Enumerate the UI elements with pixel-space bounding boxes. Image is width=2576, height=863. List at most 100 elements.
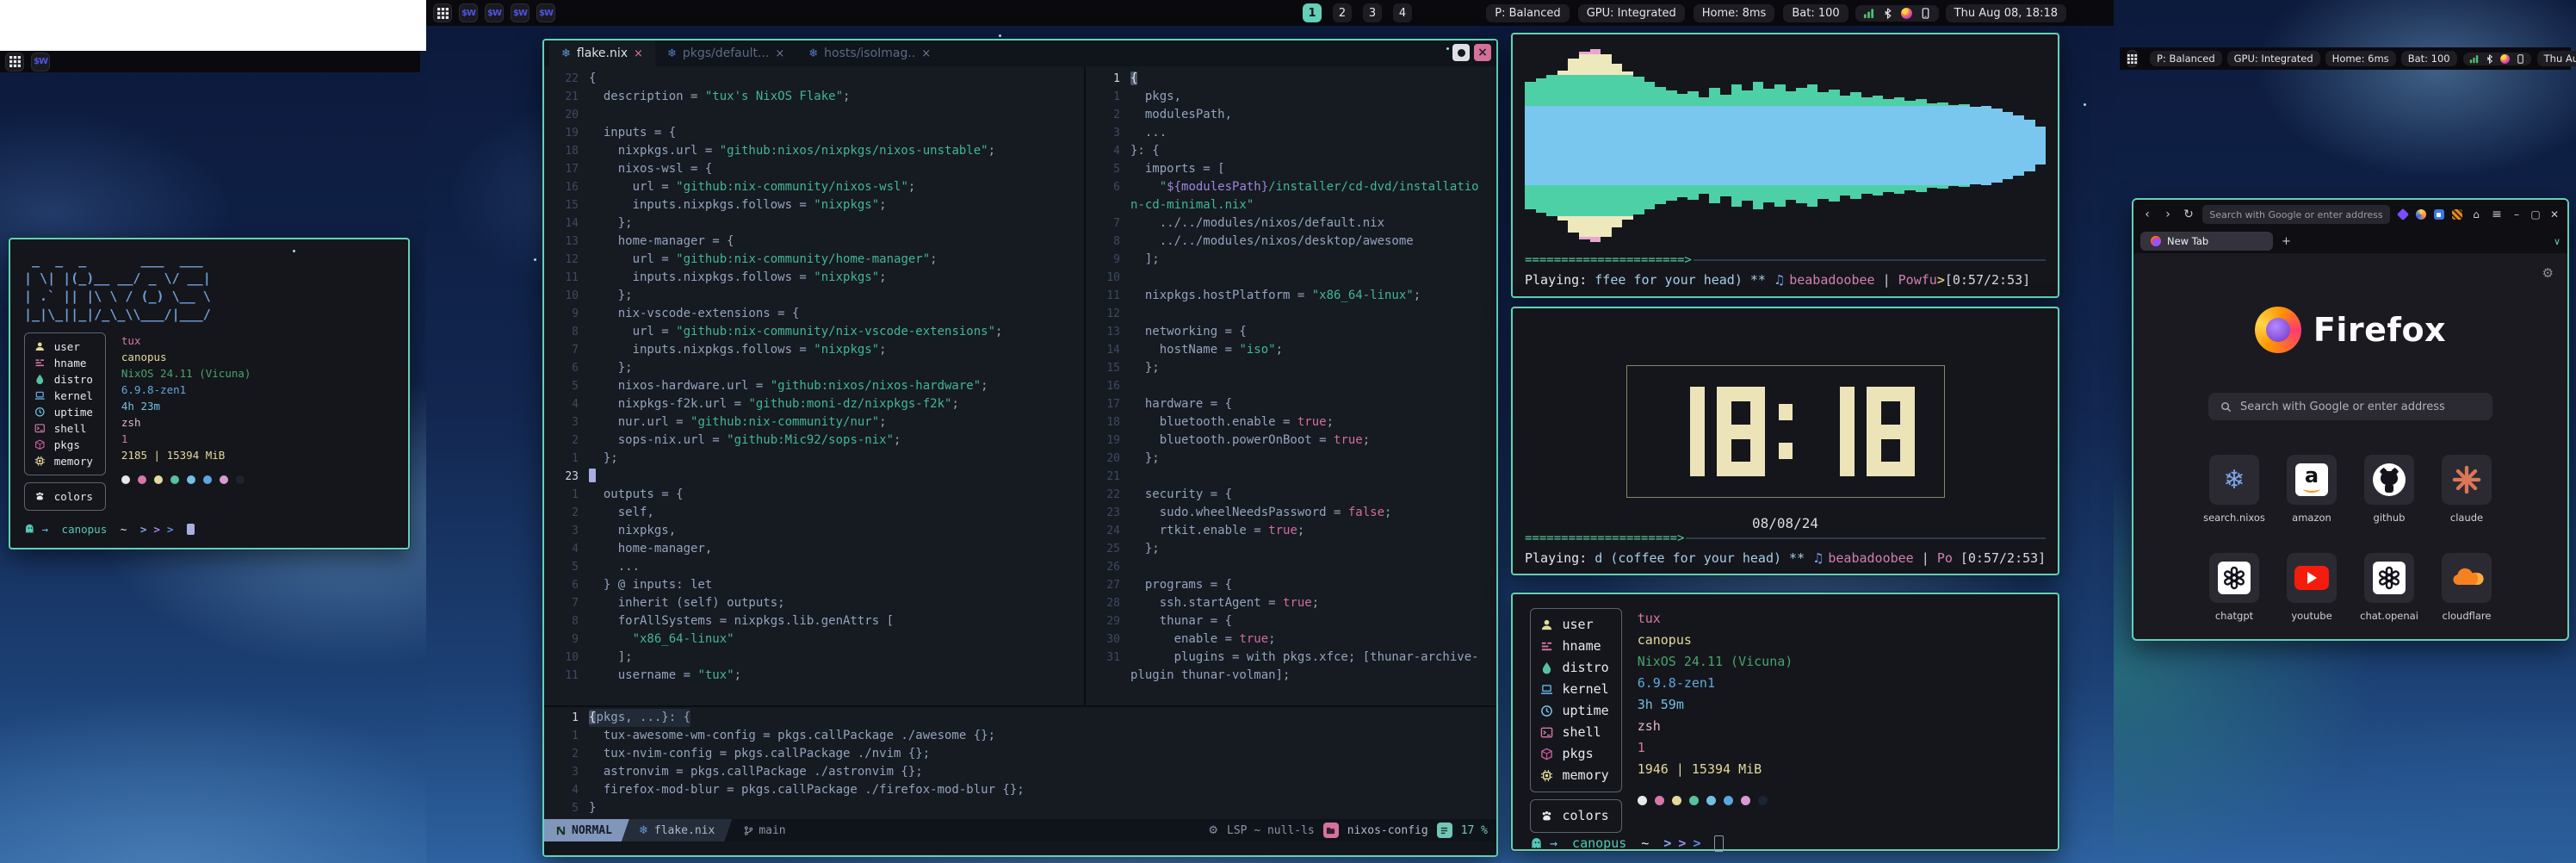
system-tray[interactable]	[1855, 5, 1939, 22]
fetch-terminal-window[interactable]: _ _ _ ___ ___ | \| |(_)__ __/ _ \/ __| |…	[9, 238, 410, 549]
code-line: 6 };	[544, 359, 1084, 377]
code-line: 4 home-manager,	[544, 540, 1084, 558]
extension-icon-blue[interactable]	[2433, 209, 2444, 220]
close-tab-icon[interactable]: ×	[775, 47, 784, 60]
speed-dial-cloudflare[interactable]: cloudflare	[2442, 553, 2492, 622]
code-pane-pkgs[interactable]: 1{pkgs, ...}: {1 tux-awesome-wm-config =…	[544, 707, 1496, 819]
speed-dial-claude[interactable]: claude	[2442, 455, 2492, 524]
dial-tile[interactable]: a	[2287, 455, 2337, 505]
extension-icon-tampermonkey[interactable]	[2451, 209, 2462, 220]
dial-tile[interactable]	[2442, 553, 2492, 603]
workspace-tag-1[interactable]: 1	[1303, 3, 1322, 22]
extension-icon-violet[interactable]	[2397, 209, 2408, 220]
home-icon[interactable]: ⌂	[2469, 208, 2483, 220]
firefox-window[interactable]: ‹ › ↻ Search with Google or enter addres…	[2132, 198, 2569, 641]
dial-tile[interactable]	[2364, 455, 2414, 505]
maximize-button[interactable]: ▢	[2530, 208, 2542, 220]
close-tab-icon[interactable]: ×	[921, 47, 931, 60]
tab-list-chevron-icon[interactable]: ∨	[2554, 236, 2561, 247]
status-widget[interactable]: P: Balanced	[1486, 4, 1569, 22]
speed-dial-grid: ❄search.nixos aamazon github claude chatgpt y…	[2209, 455, 2492, 622]
dial-tile[interactable]	[2442, 455, 2492, 505]
code-line: 5}	[544, 799, 1496, 817]
speed-dial-amazon[interactable]: aamazon	[2287, 455, 2337, 524]
status-widget[interactable]: Home: 6ms	[2325, 51, 2396, 66]
close-buffer-button[interactable]: ×	[1474, 44, 1491, 61]
editor-tab-flake-nix[interactable]: ❄flake.nix×	[549, 40, 655, 66]
client-tile[interactable]: $W	[511, 3, 529, 22]
speed-dial-github[interactable]: github	[2364, 455, 2414, 524]
clock-date: 08/08/24	[1525, 515, 2046, 531]
code-line: 3 astronvim = pkgs.callPackage ./astronv…	[544, 763, 1496, 781]
editor-tab-hosts-isoImag-[interactable]: ❄hosts/isoImag..×	[796, 40, 943, 66]
speed-dial-chatgpt[interactable]: chatgpt	[2209, 553, 2259, 622]
cava-bar	[1525, 47, 1536, 245]
newtab-settings-gear-icon[interactable]: ⚙	[2542, 265, 2554, 281]
firefox-tabstrip: New Tab + ∨	[2133, 229, 2567, 253]
fetch-value-memory: 2185 | 15394 MiB	[121, 447, 251, 463]
minimize-button[interactable]: –	[2511, 208, 2523, 220]
workspace-tag-2[interactable]: 2	[1333, 3, 1352, 22]
clock-panel[interactable]: 08/08/24 =====================> Playing:…	[1511, 307, 2059, 575]
status-widget[interactable]: Bat: 100	[1783, 4, 1848, 22]
nix-file-icon: ❄	[667, 47, 677, 60]
close-tab-icon[interactable]: ×	[634, 47, 643, 60]
dial-tile[interactable]	[2287, 553, 2337, 603]
reload-button[interactable]: ↻	[2182, 208, 2195, 221]
cava-bar	[1807, 47, 1818, 245]
fetch-panel[interactable]: user hname distrokerneluptimeshell pkgs …	[1511, 593, 2059, 851]
app-launcher-icon[interactable]	[433, 3, 452, 22]
kernel-icon	[1539, 683, 1554, 696]
url-bar[interactable]: Search with Google or enter address	[2202, 205, 2390, 224]
client-tile[interactable]: $W	[485, 3, 504, 22]
cava-bar	[1796, 47, 1807, 245]
editor-tab-pkgs-default-[interactable]: ❄pkgs/default...×	[655, 40, 796, 66]
datetime-widget[interactable]: Thu Aug 08, 18:18	[1946, 4, 2066, 22]
code-line: 11 inputs.nixpkgs.follows = "nixpkgs";	[544, 269, 1084, 287]
fetch-row-shell: shell	[1539, 722, 1609, 743]
workspace-tag-3[interactable]: 3	[1363, 3, 1382, 22]
status-widget[interactable]: Bat: 100	[2401, 51, 2457, 66]
shell-prompt[interactable]: → canopus ~ >>>	[1530, 833, 2040, 854]
search-icon	[2220, 401, 2232, 413]
status-widget[interactable]: GPU: Integrated	[1578, 4, 1685, 22]
workspace-tag-4[interactable]: 4	[1393, 3, 1412, 22]
speed-dial-search-nixos[interactable]: ❄search.nixos	[2209, 455, 2259, 524]
datetime-widget[interactable]: Thu Aug 08, 18:39	[2537, 51, 2576, 66]
system-tray[interactable]	[2463, 53, 2531, 65]
newtab-search-bar[interactable]: Search with Google or enter address	[2208, 393, 2492, 420]
new-tab-button[interactable]: +	[2282, 235, 2291, 248]
code-pane-iso[interactable]: 1{1 pkgs,2 modulesPath,3 ...4}: {5 impor…	[1086, 66, 1496, 705]
dial-tile[interactable]: ❄	[2209, 455, 2259, 505]
menu-button[interactable]: ≡	[2490, 208, 2504, 221]
speed-dial-youtube[interactable]: youtube	[2287, 553, 2337, 622]
extension-icon-orb[interactable]	[2415, 209, 2426, 220]
fetch-row-user: user	[1539, 614, 1609, 636]
code-line: 8 forAllSystems = nixpkgs.lib.genAttrs [	[544, 612, 1084, 630]
client-tile[interactable]: $W	[536, 3, 555, 22]
code-line: 1{pkgs, ...}: {	[544, 709, 1496, 727]
record-toggle-button[interactable]	[1452, 44, 1470, 61]
code-pane-flake[interactable]: 22{21 description = "tux's NixOS Flake";…	[544, 66, 1084, 705]
now-playing: Playing: ffee for your head) ** ♫ beabad…	[1525, 272, 2046, 288]
neovim-window[interactable]: ❄flake.nix×❄pkgs/default...×❄hosts/isoIm…	[542, 39, 1498, 857]
dial-tile[interactable]	[2209, 553, 2259, 603]
app-launcher-icon[interactable]	[5, 53, 24, 71]
cava-visualizer-panel[interactable]: ======================> Playing: ffee fo…	[1511, 33, 2059, 298]
shell-prompt[interactable]: → canopus ~ >>>	[24, 521, 394, 537]
app-launcher-icon[interactable]	[2127, 50, 2138, 67]
dial-tile[interactable]	[2364, 553, 2414, 603]
status-widget[interactable]: GPU: Integrated	[2227, 51, 2320, 66]
speed-dial-chat-openai[interactable]: chat.openai	[2364, 553, 2414, 622]
tab-new-tab[interactable]: New Tab	[2140, 232, 2273, 251]
code-line: 17 nixos-wsl = {	[544, 160, 1084, 178]
back-button[interactable]: ‹	[2140, 208, 2154, 221]
code-line: 13 networking = {	[1086, 323, 1496, 341]
client-tile[interactable]: $W	[31, 53, 50, 71]
status-widget[interactable]: Home: 8ms	[1694, 4, 1775, 22]
openai-knot-icon	[2373, 562, 2406, 594]
status-widget[interactable]: P: Balanced	[2150, 51, 2222, 66]
client-tile[interactable]: $W	[459, 3, 478, 22]
forward-button[interactable]: ›	[2161, 208, 2175, 221]
close-button[interactable]: ✕	[2548, 208, 2561, 220]
